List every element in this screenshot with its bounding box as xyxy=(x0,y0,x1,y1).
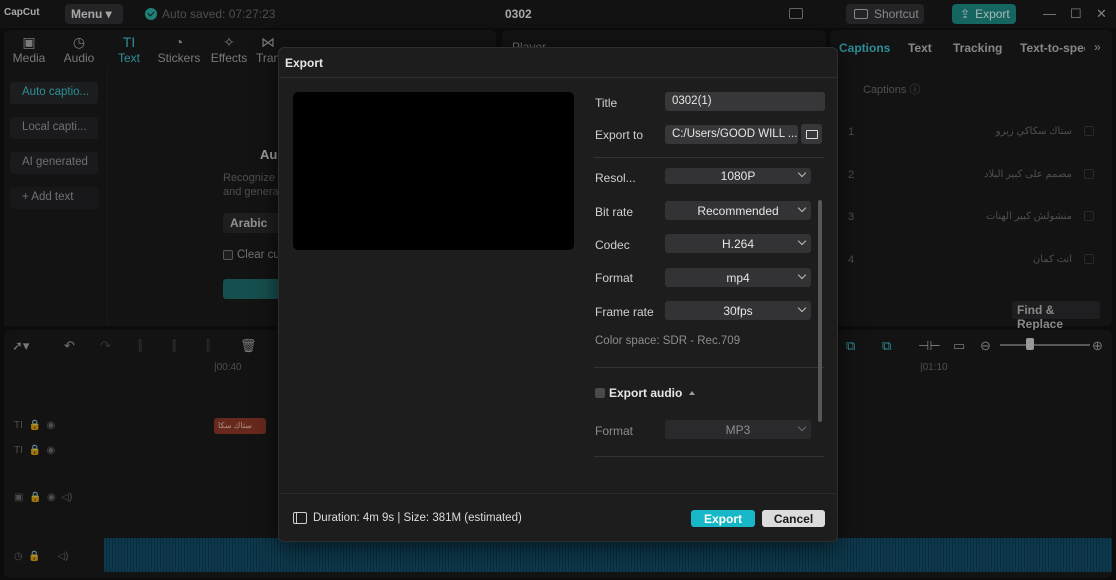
divider xyxy=(594,456,824,457)
resolution-select[interactable]: 1080P xyxy=(665,168,811,184)
capcut-window: CapCut Menu ▾ Auto saved: 07:27:23 0302 … xyxy=(0,0,1116,580)
color-space-info: Color space: SDR - Rec.709 xyxy=(595,335,741,347)
divider xyxy=(279,77,837,78)
folder-icon xyxy=(805,129,818,139)
chevron-down-icon xyxy=(797,303,807,313)
format-label: Format xyxy=(595,271,634,285)
dialog-title: Export xyxy=(285,56,324,70)
divider xyxy=(594,157,824,158)
resolution-label: Resol... xyxy=(595,171,636,185)
duration-size-info: Duration: 4m 9s | Size: 381M (estimated) xyxy=(313,512,522,524)
chevron-down-icon xyxy=(797,168,807,178)
chevron-down-icon xyxy=(797,270,807,280)
settings-scrollbar[interactable] xyxy=(818,200,822,422)
framerate-select[interactable]: 30fps xyxy=(665,301,811,320)
divider xyxy=(594,367,824,368)
title-input[interactable]: 0302(1) xyxy=(665,92,825,111)
export-button[interactable]: Export xyxy=(691,510,755,527)
codec-select[interactable]: H.264 xyxy=(665,234,811,253)
export-path-input[interactable]: C:/Users/GOOD WILL ... xyxy=(665,125,798,144)
chevron-down-icon xyxy=(797,203,807,213)
divider xyxy=(279,493,837,494)
export-to-label: Export to xyxy=(595,128,644,142)
audio-format-label: Format xyxy=(595,424,634,438)
checkbox-icon[interactable] xyxy=(595,388,605,398)
cancel-button[interactable]: Cancel xyxy=(762,510,825,527)
format-select[interactable]: mp4 xyxy=(665,268,811,287)
browse-folder-button[interactable] xyxy=(801,124,822,144)
chevron-down-icon xyxy=(797,236,807,246)
bitrate-label: Bit rate xyxy=(595,205,634,219)
framerate-label: Frame rate xyxy=(595,305,654,319)
chevron-up-icon[interactable] xyxy=(689,391,696,395)
chevron-down-icon xyxy=(797,422,807,432)
film-icon xyxy=(293,511,307,524)
title-label: Title xyxy=(595,96,618,110)
codec-label: Codec xyxy=(595,238,630,252)
export-audio-checkbox[interactable]: Export audio xyxy=(595,386,696,400)
bitrate-select[interactable]: Recommended xyxy=(665,201,811,220)
video-preview xyxy=(293,92,574,250)
audio-format-select: MP3 xyxy=(665,420,811,439)
